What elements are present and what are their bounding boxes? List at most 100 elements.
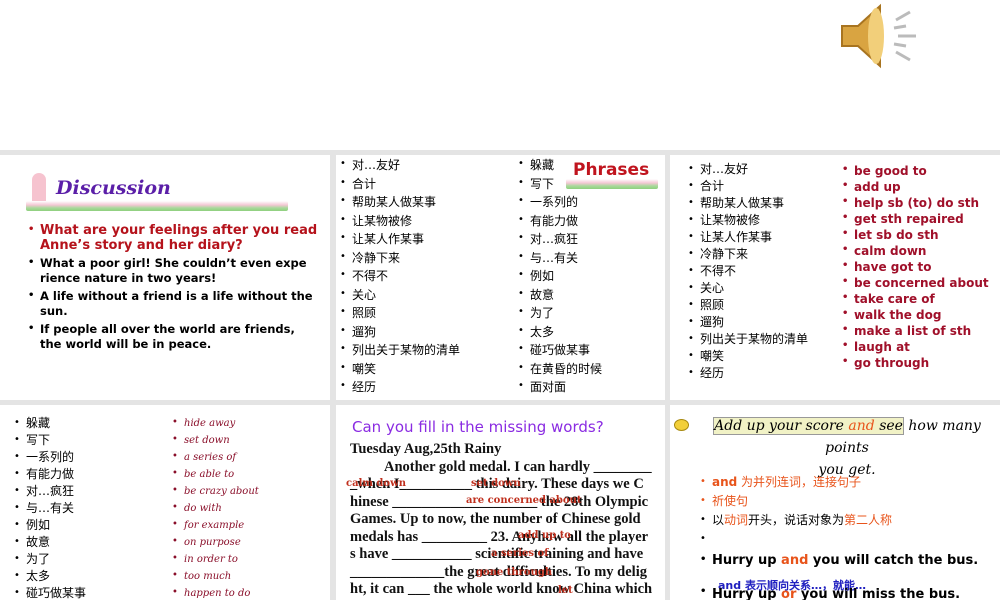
list-item: let sb do sth (842, 226, 989, 243)
slide-add-up-score: Add up your score and see how many point… (670, 405, 1000, 600)
sentence-text: you will miss the bus. (796, 587, 961, 600)
list-item: calm down (842, 242, 989, 259)
sentence-or: or (781, 587, 797, 600)
answer-text: calm down (346, 478, 406, 489)
list-item: 写下 (14, 431, 86, 449)
question: What are your feelings after you read An… (28, 222, 318, 253)
passage-line: Another gold medal. I can hardly _______… (384, 458, 652, 475)
bullet: What a poor girl! She couldn’t even expe… (28, 255, 318, 286)
list-item: 帮助某人做某事 (340, 192, 460, 212)
answer-text: add up to (518, 530, 571, 541)
list-item: 与…有关 (14, 499, 86, 517)
list-item: 不得不 (688, 262, 808, 280)
list-item: 太多 (518, 322, 602, 342)
list-item: 经历 (688, 364, 808, 382)
bullet: If people all over the world are friends… (28, 321, 318, 352)
bullet-text: 以 (712, 513, 725, 527)
slide-title: Discussion (56, 177, 171, 199)
list-item: happen to do (172, 584, 259, 600)
list-item: be concerned about (842, 274, 989, 291)
list-item: 有能力做 (14, 465, 86, 483)
list-item: 照顾 (340, 303, 460, 323)
list-item: in order to (172, 550, 259, 568)
answer-text: set down (471, 478, 521, 489)
passage-line: Games. Up to now, the number of Chinese … (350, 511, 641, 527)
list-item: 列出关于某物的清单 (340, 340, 460, 360)
list-item: 对…友好 (340, 155, 460, 175)
list-item: 冷静下来 (688, 245, 808, 263)
slide-title: Phrases (573, 160, 650, 180)
list-item: 合计 (340, 174, 460, 194)
list-item: make a list of sth (842, 322, 989, 339)
answer-text: a series of (491, 548, 549, 559)
bullet-text: 祈使句 (700, 491, 978, 511)
list-item: 让某人作某事 (340, 229, 460, 249)
list-item: for example (172, 516, 259, 534)
list-item: 为了 (518, 303, 602, 323)
title-text: Add up your score (714, 418, 849, 434)
list-item: laugh at (842, 338, 989, 355)
list-item: add up (842, 178, 989, 195)
top-area (0, 0, 1000, 150)
list-item: 与…有关 (518, 248, 602, 268)
list-item: 帮助某人做某事 (688, 194, 808, 212)
list-item: have got to (842, 258, 989, 275)
list-item: 躲藏 (14, 414, 86, 432)
slide-phrase-answers-1: 对…友好合计帮助某人做某事让某物被修让某人作某事冷静下来不得不关心照顾遛狗列出关… (670, 155, 1000, 400)
sentence-text: Hurry up (712, 587, 782, 600)
passage-line: medals has _________ 23. Anyhow all the … (350, 528, 649, 545)
list-item: 让某物被修 (340, 211, 460, 231)
bullet-text: 动词 (724, 513, 749, 527)
list-item: 让某人作某事 (688, 228, 808, 246)
list-item: 让某物被修 (688, 211, 808, 229)
list-item: 碰巧做某事 (518, 340, 602, 360)
slide-phrases: 对…友好合计帮助某人做某事让某物被修让某人作某事冷静下来不得不关心照顾遛狗列出关… (336, 155, 665, 400)
list-item: 例如 (14, 516, 86, 534)
bullet-and: and (712, 475, 738, 489)
answer-text: gone through (476, 567, 553, 578)
bullet-text: 为并列连词，连接句子 (737, 475, 862, 489)
answer-text: are concerned about (466, 495, 582, 506)
smiley-icon (674, 419, 689, 431)
sentence-text: Hurry up (712, 553, 782, 568)
list-item: 关心 (340, 285, 460, 305)
bullet: A life without a friend is a life withou… (28, 288, 318, 319)
slide-title: Can you fill in the missing words? (352, 418, 604, 436)
list-item: hide away (172, 414, 259, 432)
list-item: 一系列的 (518, 192, 602, 212)
list-item: 对…疯狂 (518, 229, 602, 249)
slide-discussion: Discussion What are your feelings after … (0, 155, 330, 400)
flower-border (26, 201, 288, 211)
slide-phrase-answers-2: 躲藏写下一系列的有能力做对…疯狂与…有关例如故意为了太多碰巧做某事 hide a… (0, 405, 330, 600)
list-item: help sb (to) do sth (842, 194, 989, 211)
list-item: 关心 (688, 279, 808, 297)
list-item: be crazy about (172, 482, 259, 500)
list-item: go through (842, 354, 989, 371)
list-item: 列出关于某物的清单 (688, 330, 808, 348)
list-item: 面对面 (518, 377, 602, 397)
list-item: a series of (172, 448, 259, 466)
list-item: 照顾 (688, 296, 808, 314)
list-item: 为了 (14, 550, 86, 568)
list-item: walk the dog (842, 306, 989, 323)
speaker-icon[interactable] (836, 0, 926, 72)
title-text: see (874, 418, 903, 434)
list-item: 嘲笑 (688, 347, 808, 365)
list-item: 对…友好 (688, 160, 808, 178)
list-item: 不得不 (340, 266, 460, 286)
list-item: 故意 (518, 285, 602, 305)
title-and: and (848, 418, 875, 434)
list-item: 在黄昏的时候 (518, 359, 602, 379)
passage-line: Tuesday Aug,25th Rainy (350, 441, 502, 457)
list-item: too much (172, 567, 259, 585)
list-item: take care of (842, 290, 989, 307)
list-item: 合计 (688, 177, 808, 195)
flower-border (566, 179, 658, 189)
empty-bullet (700, 529, 978, 549)
list-item: 对…疯狂 (14, 482, 86, 500)
list-item: set down (172, 431, 259, 449)
list-item: 例如 (518, 266, 602, 286)
list-item: be able to (172, 465, 259, 483)
sentence-text: you will catch the bus. (808, 553, 979, 568)
answer-text: let (558, 585, 573, 596)
